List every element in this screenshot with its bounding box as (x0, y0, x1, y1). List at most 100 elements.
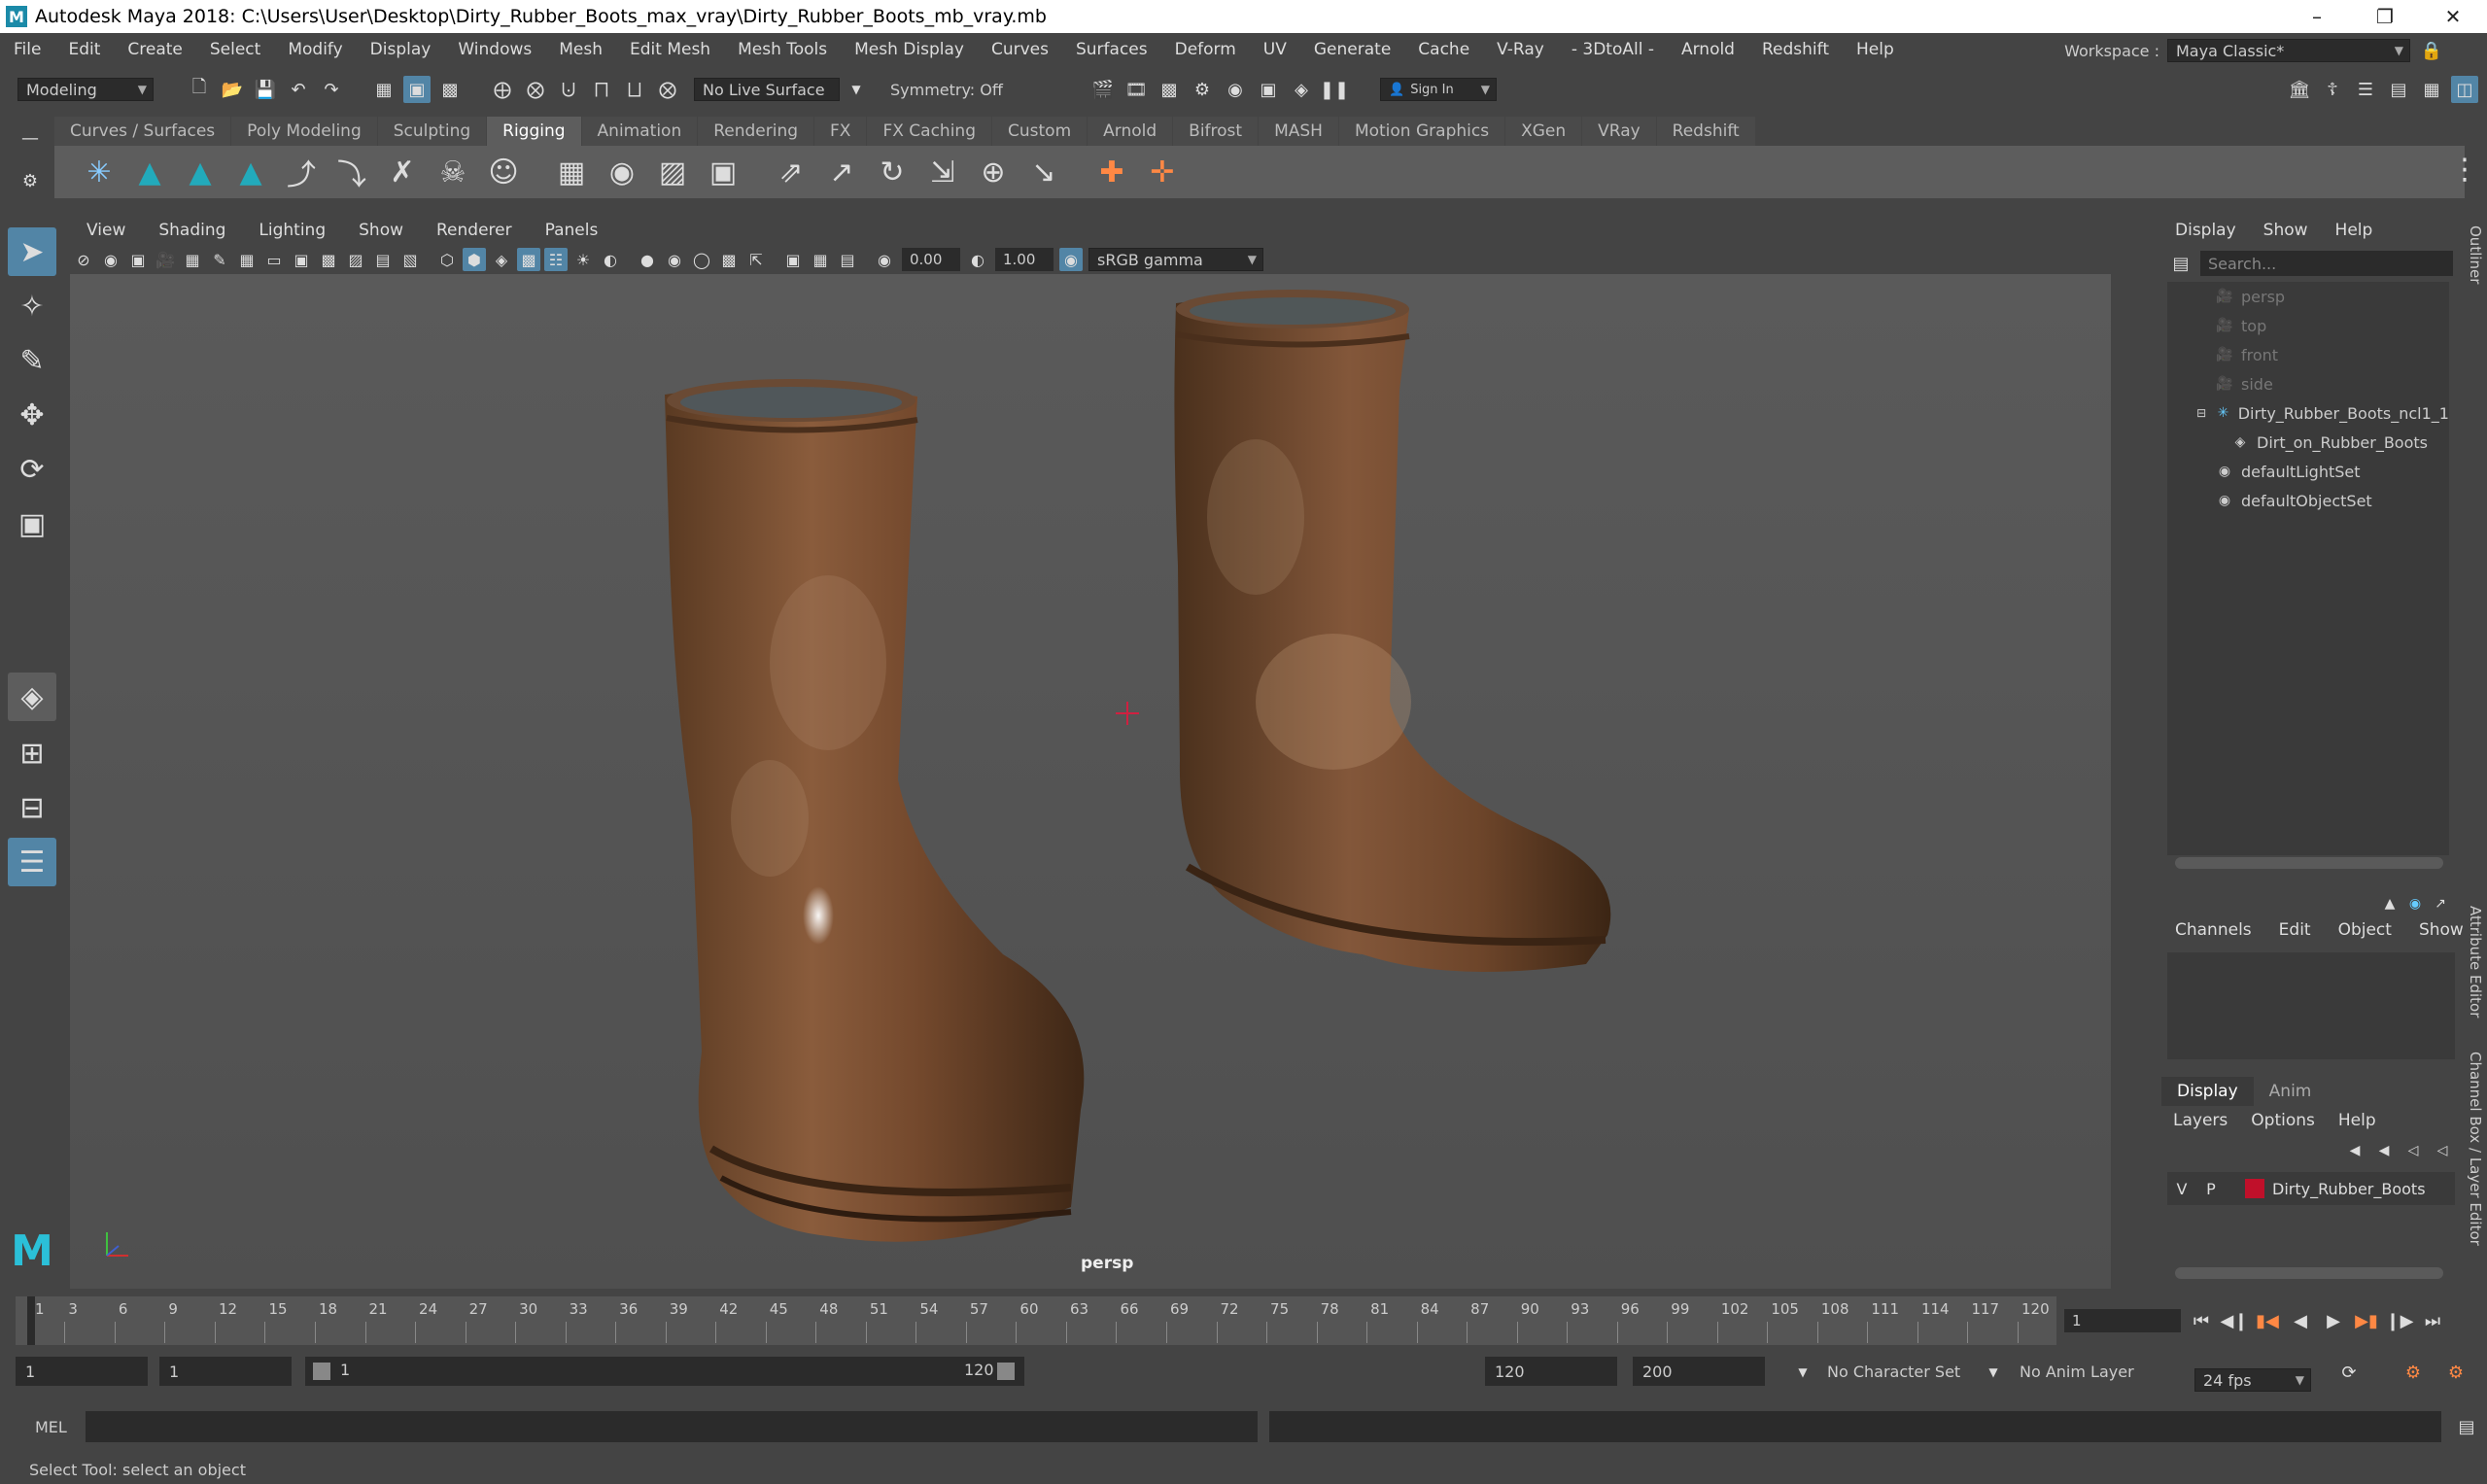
select-object-icon[interactable]: ▣ (403, 76, 431, 103)
menu-mesh[interactable]: Mesh (545, 40, 616, 59)
rotate-tool-icon[interactable]: ⟳ (8, 445, 56, 494)
redo-icon[interactable]: ↷ (318, 76, 345, 103)
range-end-handle[interactable] (997, 1363, 1015, 1380)
safe-action-icon[interactable]: ▤ (371, 248, 395, 271)
bookmark-icon[interactable]: ▣ (126, 248, 150, 271)
xray-joints-icon[interactable]: ▣ (781, 248, 805, 271)
xray-active-icon[interactable]: ▦ (809, 248, 832, 271)
animation-prefs-icon[interactable]: ⚙ (2442, 1359, 2470, 1386)
hik-icon[interactable]: ▲ (130, 153, 169, 191)
render-frame-icon[interactable]: 🎬 (1089, 76, 1117, 103)
outliner-layout-icon[interactable]: ☰ (8, 838, 56, 886)
snap-curve-icon[interactable]: ⨂ (522, 76, 549, 103)
go-to-end-icon[interactable]: ⏭ (2419, 1307, 2446, 1334)
menu-generate[interactable]: Generate (1300, 40, 1404, 59)
outliner-item-default-object-set[interactable]: ◉ defaultObjectSet (2167, 486, 2449, 515)
shelf-tab-motion-graphics[interactable]: Motion Graphics (1338, 117, 1505, 146)
layer-visibility-toggle[interactable]: V (2167, 1180, 2196, 1198)
menu-select[interactable]: Select (196, 40, 274, 59)
locator-icon[interactable]: ✚ (1092, 153, 1131, 191)
side-tab-attribute-editor[interactable]: Attribute Editor (2467, 906, 2484, 1018)
color-management-icon[interactable]: ◉ (1059, 248, 1083, 271)
menu-edit-mesh[interactable]: Edit Mesh (616, 40, 724, 59)
workspace-dropdown[interactable]: Maya Classic* ▼ (2167, 39, 2410, 62)
maximize-icon[interactable]: ❐ (2351, 0, 2419, 33)
2d-pan-zoom-icon[interactable]: ▦ (181, 248, 204, 271)
gamma-field[interactable]: 1.00 (995, 248, 1054, 271)
lock-icon[interactable]: 🔒 (2418, 37, 2445, 64)
textured-icon[interactable]: ▩ (517, 248, 540, 271)
step-forward-key-icon[interactable]: ❙▶ (2386, 1307, 2414, 1334)
shelf-settings-icon[interactable]: ⚙ (17, 167, 44, 194)
four-view-layout-icon[interactable]: ⊞ (8, 729, 56, 777)
menu-display[interactable]: Display (357, 40, 445, 59)
select-component-icon[interactable]: ▩ (436, 76, 464, 103)
shelf-tab-fx[interactable]: FX (814, 117, 867, 146)
single-perspective-view-icon[interactable]: ◈ (8, 673, 56, 721)
channel-menu-object[interactable]: Object (2325, 920, 2405, 940)
grease-pencil-icon[interactable]: ✎ (208, 248, 231, 271)
shelf-tab-poly-modeling[interactable]: Poly Modeling (231, 117, 377, 146)
field-chart-icon[interactable]: ▨ (344, 248, 367, 271)
character-controls-icon[interactable]: ☦ (2319, 76, 2346, 103)
channel-box-icon[interactable]: ▦ (2418, 76, 2445, 103)
snap-view-icon[interactable]: ⨅ (588, 76, 615, 103)
playback-start-field[interactable]: 1 (159, 1357, 292, 1386)
new-layer-icon[interactable]: ◁ (2401, 1139, 2425, 1162)
outliner-horizontal-scrollbar[interactable] (2175, 857, 2443, 869)
channel-menu-channels[interactable]: Channels (2161, 920, 2265, 940)
viewport-menu-view[interactable]: View (70, 221, 142, 240)
menu-mesh-display[interactable]: Mesh Display (841, 40, 978, 59)
resolution-gate-icon[interactable]: ▣ (290, 248, 313, 271)
new-layer-selected-icon[interactable]: ◁ (2431, 1139, 2454, 1162)
shelf-scroll-icon[interactable]: ⋮ (2445, 150, 2484, 189)
chevron-down-icon[interactable]: ▼ (1789, 1359, 1816, 1386)
snap-vertex-icon[interactable]: ⨂ (654, 76, 681, 103)
close-icon[interactable]: ✕ (2419, 0, 2487, 33)
snap-point-icon[interactable]: ⨃ (555, 76, 582, 103)
anti-aliasing-icon[interactable]: ◉ (663, 248, 686, 271)
menu-help[interactable]: Help (1843, 40, 1908, 59)
step-forward-frame-icon[interactable]: ▶▮ (2353, 1307, 2380, 1334)
viewport-menu-panels[interactable]: Panels (529, 221, 615, 240)
shelf-tab-xgen[interactable]: XGen (1505, 117, 1582, 146)
layer-playback-toggle[interactable]: P (2196, 1180, 2226, 1198)
shelf-tab-animation[interactable]: Animation (581, 117, 698, 146)
menu-file[interactable]: File (0, 40, 54, 59)
play-forward-icon[interactable]: ▶ (2320, 1307, 2347, 1334)
channel-menu-edit[interactable]: Edit (2265, 920, 2325, 940)
outliner-item-top[interactable]: 🎥 top (2167, 311, 2449, 340)
scale-constraint-icon[interactable]: ⇲ (923, 153, 962, 191)
film-gate-icon[interactable]: ▭ (262, 248, 286, 271)
hik-control-icon[interactable]: ▲ (231, 153, 270, 191)
ipr-render-icon[interactable]: ▩ (1156, 76, 1183, 103)
orient-constraint-icon[interactable]: ↻ (873, 153, 912, 191)
minimize-icon[interactable]: – (2283, 0, 2351, 33)
step-back-frame-icon[interactable]: ▮◀ (2254, 1307, 2281, 1334)
step-back-key-icon[interactable]: ◀❙ (2221, 1307, 2249, 1334)
move-layer-down-icon[interactable]: ◀ (2372, 1139, 2396, 1162)
fps-dropdown[interactable]: 24 fps ▼ (2194, 1368, 2311, 1392)
tool-settings-icon[interactable]: ▤ (2385, 76, 2412, 103)
select-camera-icon[interactable]: ⊘ (72, 248, 95, 271)
tool-settings-toggle-icon[interactable]: ↗ (2431, 894, 2450, 914)
lattice-icon[interactable]: ▨ (653, 153, 692, 191)
playback-end-field[interactable]: 120 (1485, 1357, 1617, 1386)
layer-menu-help[interactable]: Help (2327, 1111, 2388, 1130)
menu-deform[interactable]: Deform (1161, 40, 1250, 59)
ik-spline-icon[interactable]: ⤵ (332, 153, 371, 192)
grid-icon[interactable]: ▦ (235, 248, 259, 271)
attribute-editor-icon[interactable]: ☰ (2352, 76, 2379, 103)
outliner-item-persp[interactable]: 🎥 persp (2167, 282, 2449, 311)
undo-icon[interactable]: ↶ (285, 76, 312, 103)
side-tab-outliner[interactable]: Outliner (2467, 225, 2484, 284)
shelf-tab-bifrost[interactable]: Bifrost (1173, 117, 1259, 146)
gate-mask-icon[interactable]: ▩ (317, 248, 340, 271)
viewport-menu-renderer[interactable]: Renderer (420, 221, 529, 240)
shelf-tab-rendering[interactable]: Rendering (698, 117, 814, 146)
side-tab-channel-box[interactable]: Channel Box / Layer Editor (2467, 1052, 2484, 1246)
ambient-occlusion-icon[interactable]: ◐ (599, 248, 622, 271)
end-time-field[interactable]: 200 (1633, 1357, 1765, 1386)
pause-icon[interactable]: ❚❚ (1320, 76, 1349, 103)
move-layer-up-icon[interactable]: ◀ (2343, 1139, 2366, 1162)
